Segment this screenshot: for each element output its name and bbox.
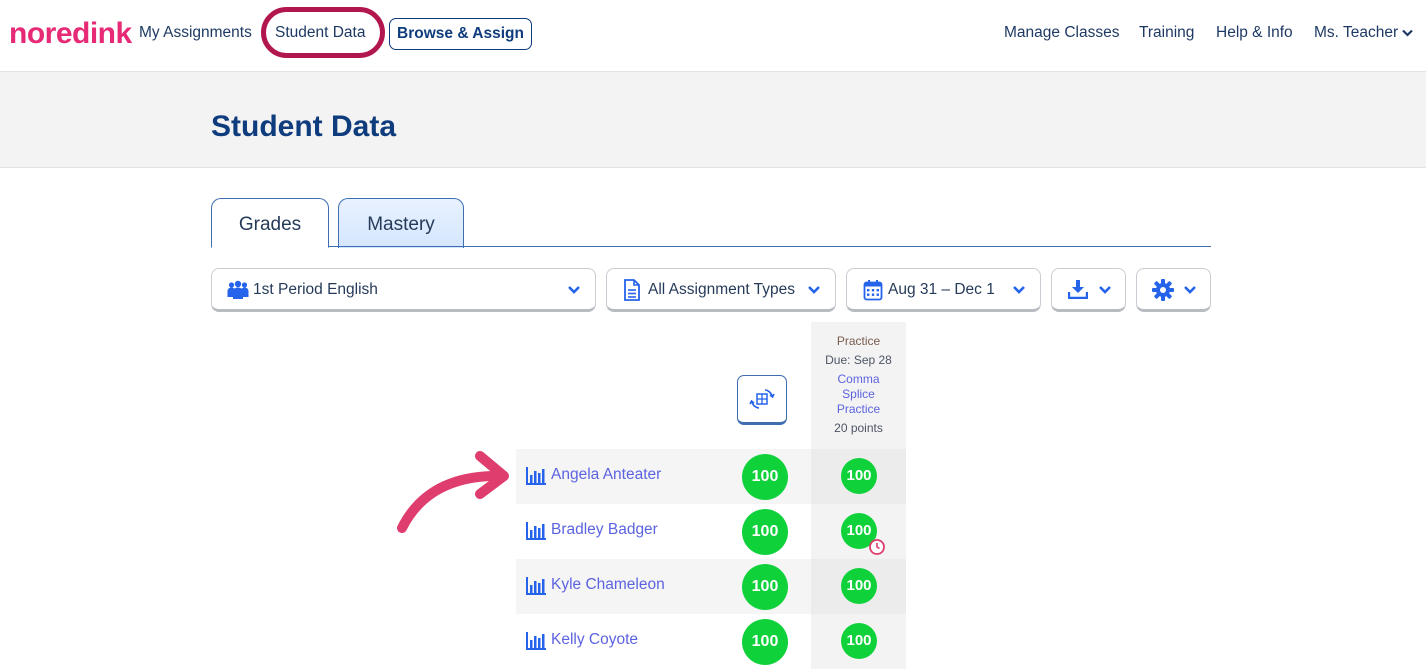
student-name-link[interactable]: Kyle Chameleon	[551, 576, 665, 594]
chevron-down-icon	[567, 282, 581, 300]
assignment-type-select[interactable]: All Assignment Types	[606, 268, 836, 312]
total-score-badge[interactable]: 100	[742, 564, 788, 610]
chevron-down-icon	[1012, 282, 1026, 300]
student-row: Bradley Badger 100 100	[516, 504, 906, 559]
class-select[interactable]: 1st Period English	[211, 268, 596, 312]
download-menu-button[interactable]	[1051, 268, 1126, 312]
toggle-view-button[interactable]	[737, 375, 787, 425]
assignment-score-badge[interactable]: 100	[841, 568, 877, 604]
page-title: Student Data	[211, 110, 397, 143]
document-icon	[623, 279, 641, 306]
bar-chart-icon[interactable]	[526, 522, 546, 545]
nav-training[interactable]: Training	[1139, 24, 1194, 42]
noredink-logo[interactable]: noredink	[9, 17, 132, 51]
assignment-type: Practice	[836, 334, 881, 348]
nav-help-info[interactable]: Help & Info	[1216, 24, 1293, 42]
student-name-link[interactable]: Angela Anteater	[551, 466, 661, 484]
swap-grid-icon	[749, 389, 775, 409]
tab-grades[interactable]: Grades	[211, 198, 329, 248]
tab-mastery[interactable]: Mastery	[338, 198, 464, 248]
total-score-badge[interactable]: 100	[742, 619, 788, 665]
late-clock-icon	[869, 539, 885, 560]
student-name-link[interactable]: Kelly Coyote	[551, 631, 638, 649]
top-nav: noredink My Assignments Student Data Bro…	[0, 0, 1426, 72]
student-row: Kelly Coyote 100 100	[516, 614, 906, 669]
assignment-points: 20 points	[834, 421, 883, 435]
browse-assign-button[interactable]: Browse & Assign	[389, 18, 532, 50]
settings-menu-button[interactable]	[1136, 268, 1211, 312]
calendar-icon	[863, 279, 883, 306]
assignment-score-badge[interactable]: 100	[841, 623, 877, 659]
chevron-down-icon	[1183, 282, 1197, 300]
people-icon	[227, 280, 249, 305]
assignment-name-link[interactable]: Comma Splice Practice	[811, 372, 906, 417]
bar-chart-icon[interactable]	[526, 467, 546, 490]
total-score-badge[interactable]: 100	[742, 454, 788, 500]
assignment-due-date: Due: Sep 28	[825, 353, 892, 367]
total-score-badge[interactable]: 100	[742, 509, 788, 555]
date-range-select[interactable]: Aug 31 – Dec 1	[846, 268, 1041, 312]
chevron-down-icon	[1402, 25, 1413, 43]
student-row: Kyle Chameleon 100 100	[516, 559, 906, 614]
nav-student-data[interactable]: Student Data	[275, 24, 365, 42]
class-select-value: 1st Period English	[253, 281, 378, 298]
assignment-score-badge[interactable]: 100	[841, 458, 877, 494]
assignment-column-header: Practice Due: Sep 28 Comma Splice Practice…	[811, 322, 906, 449]
date-range-value: Aug 31 – Dec 1	[888, 281, 995, 298]
gear-icon	[1152, 279, 1174, 306]
nav-my-assignments[interactable]: My Assignments	[139, 24, 252, 42]
download-icon	[1067, 279, 1089, 304]
student-row: Angela Anteater 100 100	[516, 449, 906, 504]
chevron-down-icon	[807, 282, 821, 300]
account-name: Ms. Teacher	[1314, 24, 1399, 41]
account-menu[interactable]: Ms. Teacher	[1314, 24, 1413, 43]
pointer-arrow-annotation	[397, 451, 509, 533]
nav-manage-classes[interactable]: Manage Classes	[1004, 24, 1119, 42]
bar-chart-icon[interactable]	[526, 632, 546, 655]
student-name-link[interactable]: Bradley Badger	[551, 521, 658, 539]
bar-chart-icon[interactable]	[526, 577, 546, 600]
tab-divider	[211, 246, 1211, 247]
assignment-type-value: All Assignment Types	[648, 281, 796, 298]
chevron-down-icon	[1098, 282, 1112, 300]
